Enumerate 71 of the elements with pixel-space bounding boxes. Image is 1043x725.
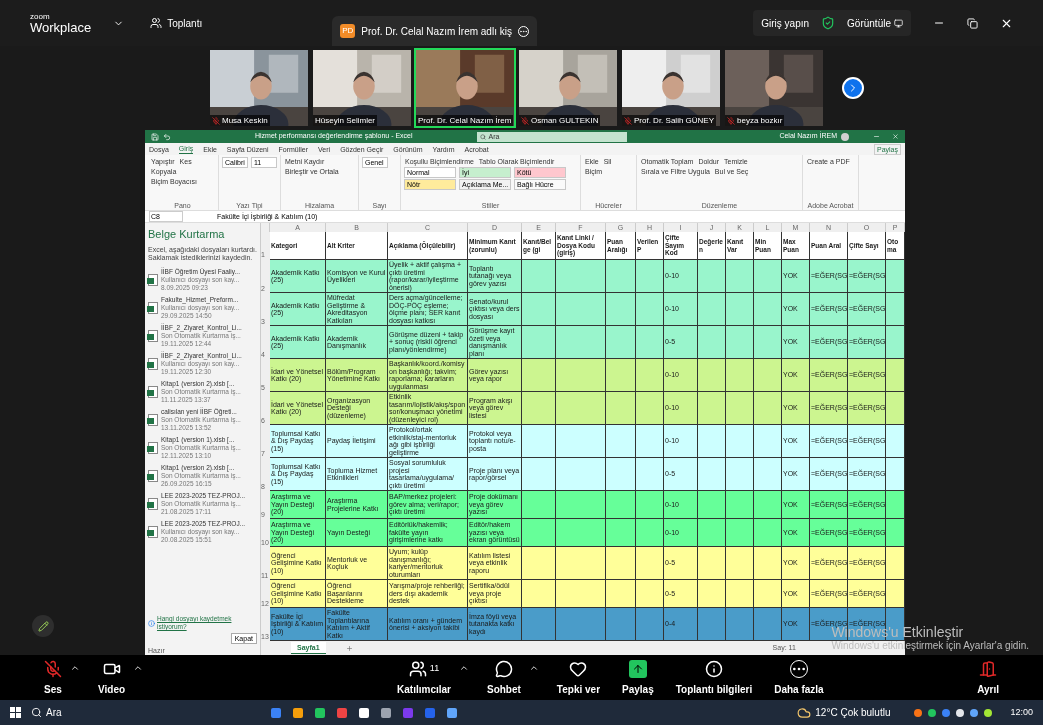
participant-name: Musa Keskin xyxy=(222,116,268,125)
video-tile[interactable]: Hüseyin Selimler xyxy=(311,48,413,128)
search-icon xyxy=(479,133,486,140)
video-tile[interactable]: Prof. Dr. Celal Nazım İrem xyxy=(414,48,516,128)
save-icon[interactable] xyxy=(151,132,159,141)
toolbar-button[interactable]: Video xyxy=(94,658,130,697)
toolbar-button[interactable]: Daha fazla xyxy=(770,658,828,697)
pane-title: Belge Kurtarma xyxy=(148,228,226,241)
excel-file-icon xyxy=(148,330,158,342)
participant-name: Prof. Dr. Salih GÜNEY xyxy=(634,116,715,125)
initials-badge: PD xyxy=(340,24,356,38)
participant-name: Prof. Dr. Celal Nazım İrem xyxy=(418,116,512,125)
avatar-icon xyxy=(841,132,849,141)
video-tile[interactable]: Osman GULTEKIN xyxy=(517,48,619,128)
info-icon xyxy=(148,619,155,627)
door-icon xyxy=(979,659,998,678)
participant-count: 11 xyxy=(429,661,440,675)
share-icon xyxy=(628,659,647,678)
search-icon xyxy=(31,707,42,718)
excel-file-icon xyxy=(148,302,158,314)
annotate-button[interactable] xyxy=(32,615,54,637)
minimize-icon[interactable] xyxy=(873,133,880,140)
view-button[interactable]: Görüntüle xyxy=(847,15,891,31)
taskbar-app-icon[interactable] xyxy=(359,707,369,718)
toolbar-button[interactable]: Sohbet xyxy=(482,658,525,697)
toolbar-button[interactable]: Ses xyxy=(40,658,66,697)
logo-text: Workplace xyxy=(30,20,92,34)
shield-icon xyxy=(821,16,836,30)
weather-text: 12°C Çok bulutlu xyxy=(815,706,891,720)
excel-file-icon xyxy=(148,414,158,426)
monitor-icon xyxy=(894,18,903,28)
participant-name: beyza bozkır xyxy=(737,116,783,125)
toolbar-button[interactable]: Toplantı bilgileri xyxy=(671,658,757,697)
windows-start-icon[interactable] xyxy=(10,707,21,718)
participant-name: Hüseyin Selimler xyxy=(315,116,376,125)
excel-file-icon xyxy=(148,470,158,482)
sign-in-button[interactable]: Giriş yapın xyxy=(761,15,810,31)
excel-file-icon xyxy=(148,442,158,454)
people-icon xyxy=(150,17,163,29)
video-tile[interactable]: beyza bozkır xyxy=(723,48,825,128)
video-tile[interactable]: Prof. Dr. Salih GÜNEY xyxy=(620,48,722,128)
clock-text: 12:00 xyxy=(1010,705,1033,719)
meeting-tab[interactable]: PD Prof. Dr. Celal Nazım İrem adlı kiş xyxy=(332,16,537,46)
cloud-icon xyxy=(797,705,812,720)
taskbar-app-icon[interactable] xyxy=(447,707,457,718)
toolbar-button[interactable]: Paylaş xyxy=(618,658,658,697)
excel-file-icon xyxy=(148,526,158,538)
taskbar-app-icon[interactable] xyxy=(293,707,303,718)
excel-file-icon xyxy=(148,386,158,398)
excel-file-icon xyxy=(148,498,158,510)
logo-text: zoom xyxy=(30,12,51,21)
restore-icon[interactable] xyxy=(967,17,978,29)
participants-icon xyxy=(408,659,427,678)
taskbar-search[interactable]: Ara xyxy=(31,705,251,720)
toolbar-button[interactable]: 11 Katılımcılar xyxy=(393,658,455,697)
participant-name: Osman GULTEKIN xyxy=(531,116,599,125)
next-page-button[interactable] xyxy=(842,77,864,99)
undo-icon[interactable] xyxy=(163,132,171,141)
video-tile[interactable]: Musa Keskin xyxy=(208,48,310,128)
pencil-icon xyxy=(37,620,49,632)
toolbar-button[interactable]: Ayrıl xyxy=(973,658,1003,697)
excel-file-icon xyxy=(148,358,158,370)
chat-icon xyxy=(494,659,513,678)
tab-title: Prof. Dr. Celal Nazım İrem adlı kiş xyxy=(361,24,512,39)
taskbar-app-icon[interactable] xyxy=(315,707,325,718)
meeting-menu[interactable]: Toplantı xyxy=(167,15,203,31)
heart-icon xyxy=(569,659,588,678)
excel-file-icon xyxy=(148,274,158,286)
toolbar-button[interactable]: Tepki ver xyxy=(552,658,605,697)
taskbar-app-icon[interactable] xyxy=(381,707,391,718)
info-icon xyxy=(704,659,723,678)
